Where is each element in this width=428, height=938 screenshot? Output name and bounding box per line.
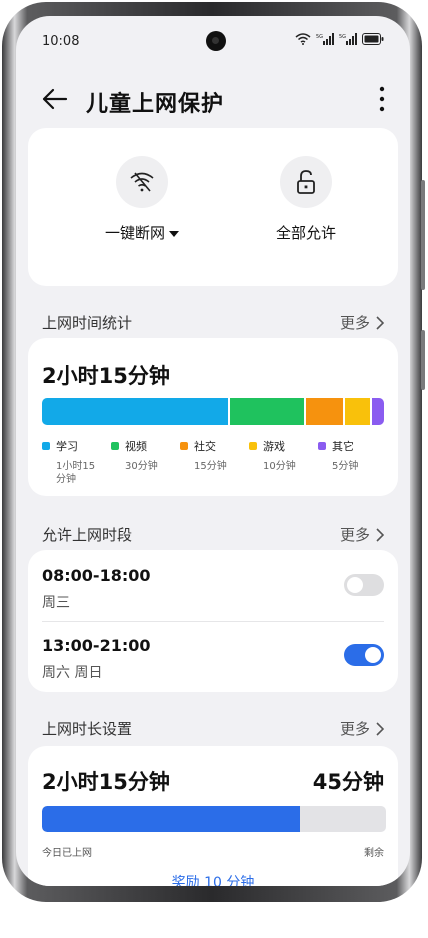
usage-bar-segment (344, 398, 370, 425)
chevron-right-icon (376, 721, 384, 736)
legend-swatch (318, 442, 326, 450)
period-toggle[interactable] (344, 574, 384, 596)
volume-button (421, 180, 425, 290)
legend-value: 5分钟 (332, 461, 359, 472)
legend-label: 学习 (56, 440, 78, 453)
period-time: 13:00-21:00 (42, 636, 151, 655)
legend-swatch (111, 442, 119, 450)
more-options-icon[interactable] (372, 82, 392, 116)
signal-icon: 5G (316, 33, 334, 45)
toggle-knob (347, 577, 363, 593)
more-label: 更多 (339, 314, 370, 332)
duration-more-link[interactable]: 更多 (340, 718, 384, 739)
periods-section-header: 允许上网时段 更多 (42, 522, 384, 546)
disconnect-label: 一键断网 (104, 224, 165, 242)
stats-more-link[interactable]: 更多 (340, 312, 384, 333)
period-row[interactable]: 13:00-21:00 周六 周日 (42, 628, 384, 688)
legend-item: 游戏 10分钟 (249, 438, 315, 486)
duration-settings-card: 2小时15分钟 45分钟 今日已上网 剩余 奖励 10 分钟 (28, 746, 398, 886)
power-button (421, 330, 425, 390)
legend-label: 社交 (194, 440, 216, 453)
remaining-label: 剩余 (364, 848, 384, 859)
toggle-knob (365, 647, 381, 663)
usage-breakdown-bar (42, 398, 384, 425)
legend-item: 社交 15分钟 (180, 438, 246, 486)
status-time: 10:08 (42, 34, 80, 49)
usage-bar-segment (229, 398, 304, 425)
duration-section-header: 上网时长设置 更多 (42, 716, 384, 740)
periods-more-link[interactable]: 更多 (340, 524, 384, 545)
duration-section-title: 上网时长设置 (42, 720, 133, 738)
screen: 10:08 5G 5G 儿童上网保护 一键断网 全部允许 上网时间统计 更多 2… (16, 16, 410, 886)
duration-progress-bar (42, 806, 386, 832)
legend-item: 其它 5分钟 (318, 438, 384, 486)
svg-text:5G: 5G (339, 34, 346, 40)
allowed-periods-card: 08:00-18:00 周三 13:00-21:00 周六 周日 (28, 550, 398, 692)
chevron-right-icon (376, 315, 384, 330)
usage-bar-segment (42, 398, 228, 425)
allow-all-button[interactable]: 全部允许 (246, 156, 366, 243)
period-time: 08:00-18:00 (42, 566, 151, 585)
usage-stats-card: 2小时15分钟 学习 1小时15分钟 视频 30分钟 社交 15分钟 游戏 10… (28, 338, 398, 496)
allow-all-label: 全部允许 (275, 224, 336, 242)
status-bar: 10:08 5G 5G (16, 16, 410, 66)
legend-value: 15分钟 (194, 461, 227, 472)
legend-item: 视频 30分钟 (111, 438, 177, 486)
more-label: 更多 (339, 526, 370, 544)
legend-swatch (249, 442, 257, 450)
battery-icon (362, 33, 384, 45)
usage-bar-segment (371, 398, 384, 425)
used-label: 今日已上网 (42, 848, 92, 859)
duration-progress-fill (42, 806, 300, 832)
legend-swatch (180, 442, 188, 450)
periods-section-title: 允许上网时段 (42, 526, 133, 544)
period-toggle[interactable] (344, 644, 384, 666)
usage-legend: 学习 1小时15分钟 视频 30分钟 社交 15分钟 游戏 10分钟 其它 5分… (42, 438, 384, 486)
legend-swatch (42, 442, 50, 450)
divider (42, 621, 384, 622)
legend-label: 视频 (125, 440, 147, 453)
legend-item: 学习 1小时15分钟 (42, 438, 108, 486)
total-usage-value: 2小时15分钟 (42, 364, 170, 388)
app-header: 儿童上网保护 (16, 68, 410, 128)
wifi-off-icon (116, 156, 168, 208)
stats-section-header: 上网时间统计 更多 (42, 310, 384, 334)
quick-actions-card: 一键断网 全部允许 (28, 128, 398, 286)
front-camera (206, 31, 226, 51)
remaining-time-value: 45分钟 (312, 770, 384, 794)
wifi-icon (295, 33, 311, 45)
reward-button[interactable]: 奖励 10 分钟 (28, 872, 398, 886)
status-icons: 5G 5G (295, 33, 384, 45)
page-title: 儿童上网保护 (86, 92, 225, 117)
svg-text:5G: 5G (316, 34, 323, 40)
legend-label: 游戏 (263, 440, 285, 453)
legend-value: 30分钟 (125, 461, 158, 472)
legend-value: 1小时15分钟 (56, 461, 96, 485)
unlock-icon (280, 156, 332, 208)
period-row[interactable]: 08:00-18:00 周三 (42, 558, 384, 618)
disconnect-button[interactable]: 一键断网 (82, 156, 202, 243)
signal-icon: 5G (339, 33, 357, 45)
period-days: 周六 周日 (42, 665, 103, 681)
period-days: 周三 (42, 595, 70, 611)
legend-label: 其它 (332, 440, 354, 453)
usage-bar-segment (305, 398, 343, 425)
chevron-right-icon (376, 527, 384, 542)
dropdown-caret-icon (169, 230, 179, 237)
stats-section-title: 上网时间统计 (42, 314, 133, 332)
back-arrow-icon[interactable] (40, 86, 70, 112)
legend-value: 10分钟 (263, 461, 296, 472)
used-time-value: 2小时15分钟 (42, 770, 170, 794)
more-label: 更多 (339, 720, 370, 738)
